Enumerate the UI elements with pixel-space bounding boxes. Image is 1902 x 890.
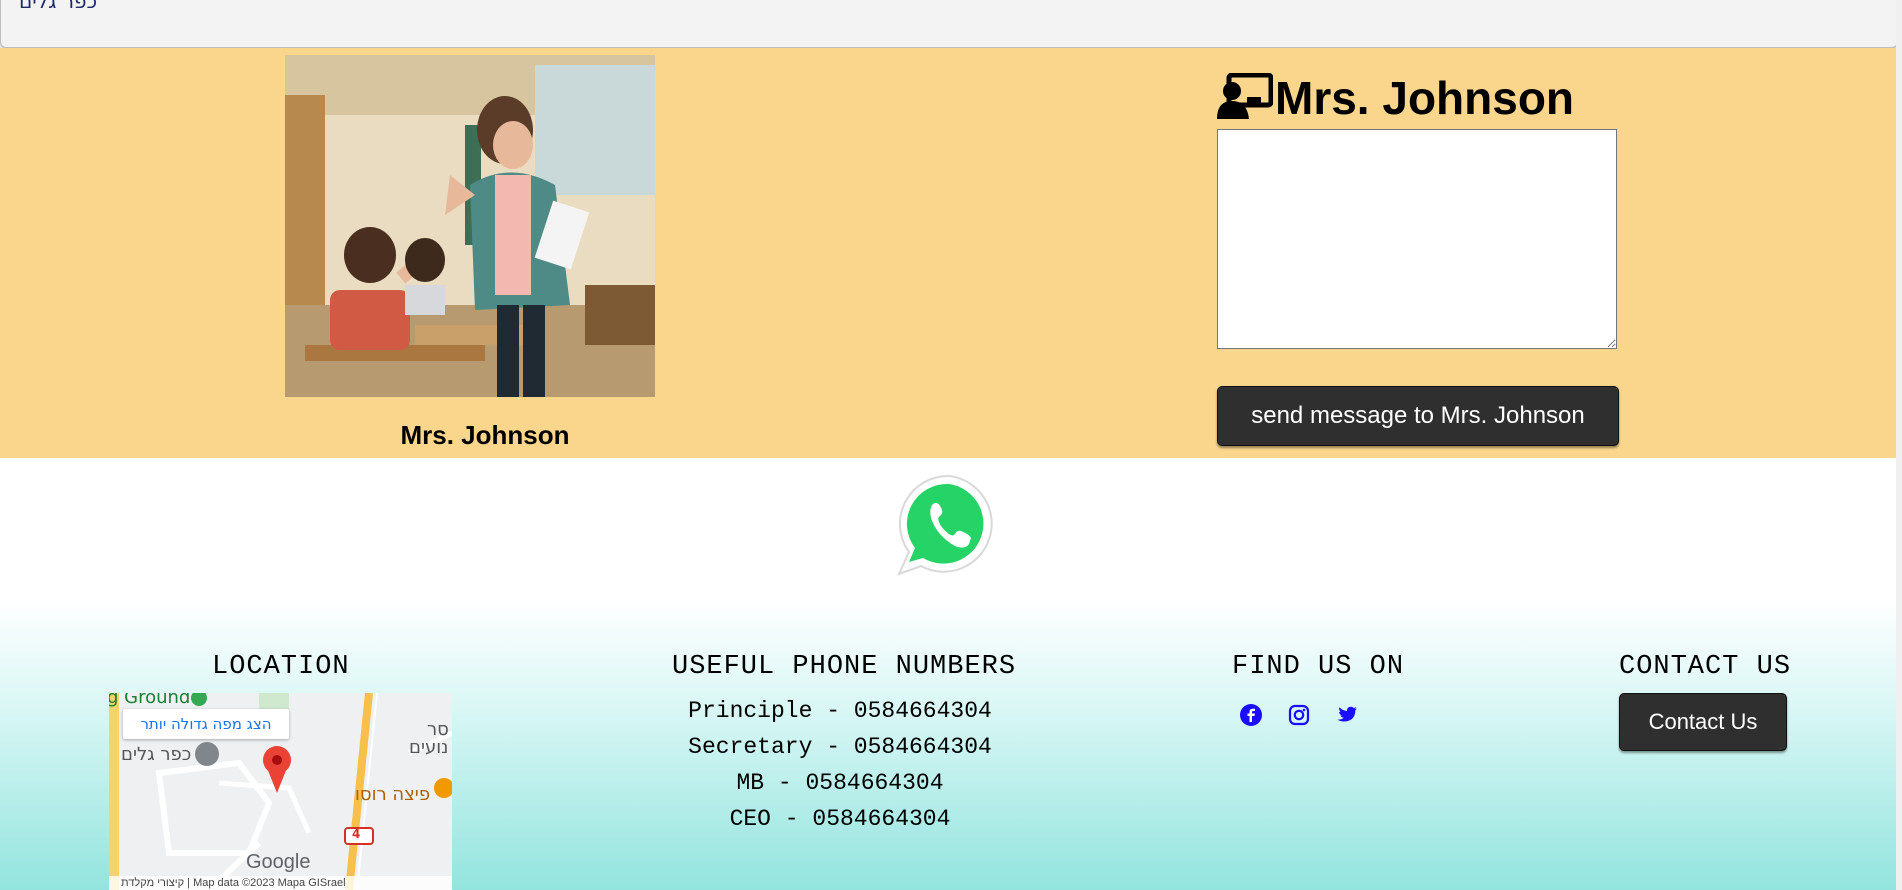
phone-list: Principle - 0584664304 Secretary - 05846… [620,693,1060,837]
phone-mb: MB - 0584664304 [736,770,944,796]
site-footer: LOCATION הצג מפה גדולה יותר כפר גלים פיצ… [0,600,1896,890]
send-message-button[interactable]: send message to Mrs. Johnson [1217,386,1619,446]
teacher-photo [285,55,655,397]
contact-us-button[interactable]: Contact Us [1619,693,1787,751]
phone-secretary: Secretary - 0584664304 [688,734,992,760]
location-title: LOCATION [212,652,350,682]
map-credit[interactable]: קיצורי מקלדת | Map data ©2023 Mapa GISra… [109,876,452,890]
facebook-icon[interactable] [1240,704,1262,726]
twitter-icon[interactable] [1336,704,1358,726]
teacher-at-board-icon [1217,72,1274,124]
route-badge: 4 [352,827,361,841]
teacher-title: Mrs. Johnson [1275,72,1575,124]
social-links [1240,704,1358,726]
map-label-2: נועים [409,737,449,758]
map-label-pizza: פיצה רוסו [355,784,431,805]
page-scrollbar[interactable] [1896,0,1902,890]
site-brand[interactable]: כפר גלים [19,0,97,13]
message-textarea[interactable] [1217,129,1617,349]
message-header: Mrs. Johnson [1217,68,1574,128]
phone-ceo: CEO - 0584664304 [729,806,951,832]
location-map[interactable]: הצג מפה גדולה יותר כפר גלים פיצה רוסו g … [109,693,452,890]
map-label-kfar-galim: כפר גלים [121,744,192,765]
find-us-title: FIND US ON [1232,652,1405,682]
google-logo: Google [246,851,311,873]
top-navbar: כפר גלים [0,0,1898,48]
view-larger-map-link[interactable]: הצג מפה גדולה יותר [123,709,289,739]
phone-principle: Principle - 0584664304 [688,698,992,724]
contact-title: CONTACT US [1619,652,1792,682]
teacher-name-caption: Mrs. Johnson [400,420,570,450]
phones-title: USEFUL PHONE NUMBERS [672,652,1017,682]
instagram-icon[interactable] [1288,704,1310,726]
teacher-section: Mrs. Johnson Mrs. Johnson send message t… [0,48,1896,458]
map-label-ground: g Ground [109,693,191,708]
whatsapp-icon[interactable] [893,470,1005,582]
